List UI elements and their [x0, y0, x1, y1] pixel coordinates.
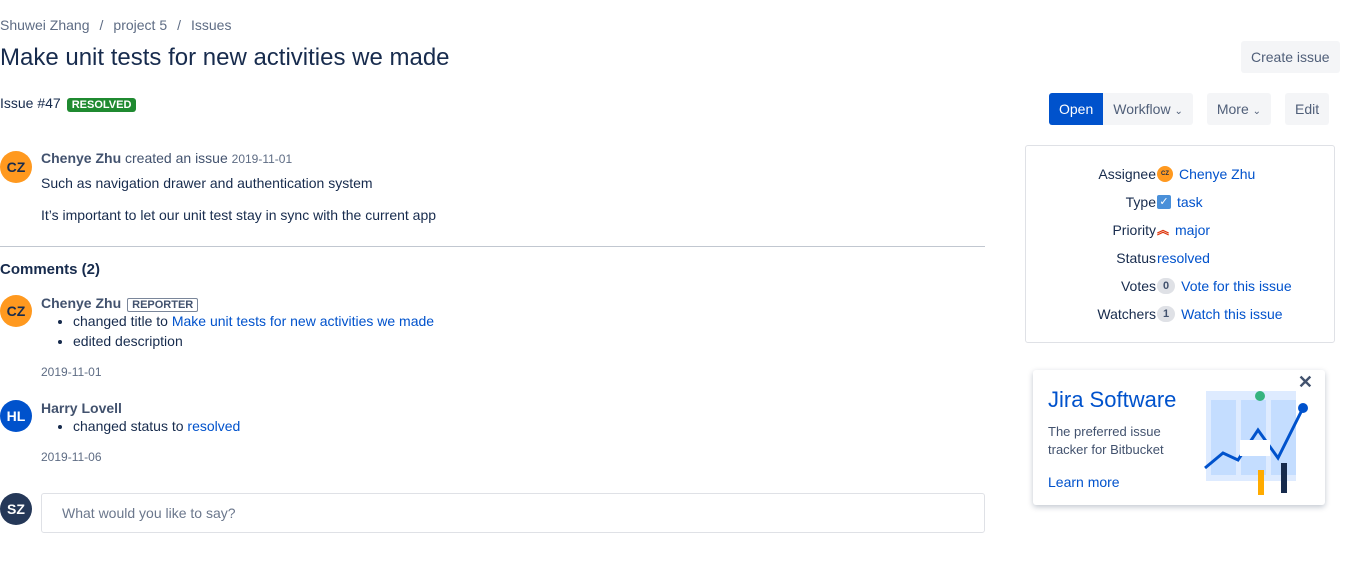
votes-count: 0 [1157, 278, 1176, 294]
assignee-label: Assignee [1098, 166, 1156, 182]
priority-major-icon: ︽ [1157, 223, 1170, 237]
description-header: Chenye Zhu created an issue 2019-11-01 [41, 150, 292, 166]
promo-title: Jira Software [1048, 387, 1177, 412]
comment: Chenye Zhu REPORTER changed title to Make… [41, 295, 434, 379]
breadcrumb: Shuwei Zhang / project 5 / Issues [0, 17, 231, 33]
comment-input[interactable]: What would you like to say? [41, 493, 985, 533]
divider [0, 246, 985, 247]
date: 2019-11-01 [41, 365, 102, 379]
reporter-badge: REPORTER [127, 298, 199, 312]
date: 2019-11-01 [231, 152, 293, 166]
comment: Harry Lovell changed status to resolved … [41, 400, 240, 464]
priority-link[interactable]: major [1175, 220, 1210, 240]
create-issue-button[interactable]: Create issue [1241, 41, 1340, 73]
page-title: Make unit tests for new activities we ma… [0, 44, 450, 71]
learn-more-link[interactable]: Learn more [1048, 474, 1120, 490]
jira-promo-card: Jira Software The preferred issue tracker… [1033, 370, 1325, 505]
issue-actions: Open Workflow ⌄ More ⌄ Edit [1049, 93, 1330, 125]
list-item: changed status to resolved [73, 416, 240, 436]
type-label: Type [1125, 194, 1156, 210]
watchers-label: Watchers [1097, 306, 1156, 322]
breadcrumb-issues[interactable]: Issues [191, 17, 231, 33]
more-dropdown[interactable]: More ⌄ [1206, 93, 1272, 125]
change-text: changed status to [73, 418, 188, 434]
workflow-dropdown[interactable]: Workflow ⌄ [1103, 93, 1193, 125]
breadcrumb-project[interactable]: project 5 [113, 17, 167, 33]
promo-text: The preferred issue tracker for Bitbucket [1048, 424, 1164, 457]
edit-button[interactable]: Edit [1285, 93, 1330, 125]
list-item: edited description [73, 331, 434, 351]
separator: / [99, 17, 104, 33]
author-name[interactable]: Harry Lovell [41, 400, 122, 416]
change-text: changed title to [73, 313, 172, 329]
watchers-count: 1 [1157, 306, 1176, 322]
breadcrumb-user[interactable]: Shuwei Zhang [0, 17, 90, 33]
status-link[interactable]: resolved [187, 418, 240, 434]
description-line: It’s important to let our unit test stay… [41, 207, 437, 223]
issue-details: Assignee CZ Chenye Zhu Type ✓ task Priority ︽… [1025, 145, 1335, 343]
status-label: Status [1116, 250, 1156, 266]
open-button[interactable]: Open [1049, 93, 1104, 125]
issue-id: Issue #47 [0, 95, 61, 111]
comments-heading: Comments (2) [0, 261, 101, 278]
separator: / [177, 17, 181, 33]
workflow-label: Workflow [1113, 101, 1171, 117]
jira-illustration [1204, 391, 1308, 495]
status-link[interactable]: resolved [1157, 248, 1210, 268]
avatar: SZ [0, 493, 32, 525]
chevron-down-icon: ⌄ [1174, 106, 1183, 117]
type-link[interactable]: task [1177, 192, 1203, 212]
list-item: changed title to Make unit tests for new… [73, 311, 434, 331]
assignee-link[interactable]: Chenye Zhu [1179, 164, 1255, 184]
avatar: CZ [1157, 166, 1173, 182]
author-name[interactable]: Chenye Zhu [41, 295, 121, 311]
status-badge: RESOLVED [66, 98, 137, 112]
avatar: CZ [0, 295, 32, 327]
date: 2019-11-06 [41, 450, 102, 464]
issue-meta: Issue #47 RESOLVED [0, 95, 137, 112]
avatar: CZ [0, 151, 32, 183]
author-name[interactable]: Chenye Zhu [41, 150, 121, 166]
chevron-down-icon: ⌄ [1252, 106, 1262, 117]
votes-label: Votes [1120, 278, 1156, 294]
vote-link[interactable]: Vote for this issue [1181, 276, 1292, 296]
task-checkbox-icon: ✓ [1157, 195, 1171, 209]
watch-link[interactable]: Watch this issue [1181, 304, 1282, 324]
avatar: HL [0, 400, 32, 432]
description-line: Such as navigation drawer and authentica… [41, 175, 373, 191]
action-text: created an issue [125, 150, 228, 166]
priority-label: Priority [1112, 222, 1156, 238]
title-link[interactable]: Make unit tests for new activities we ma… [172, 313, 434, 329]
more-label: More [1216, 101, 1249, 117]
